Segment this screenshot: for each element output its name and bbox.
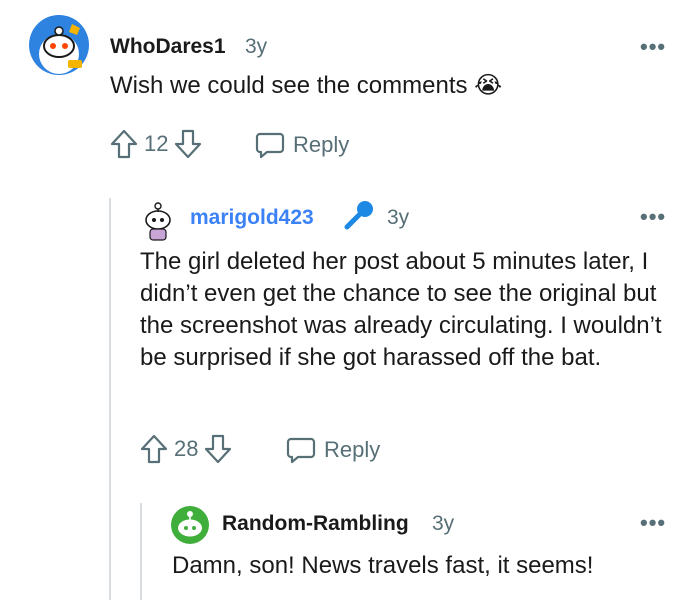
comment-age: 3y: [387, 206, 410, 229]
thread-line[interactable]: [140, 503, 142, 600]
avatar[interactable]: [28, 14, 90, 76]
comment-username[interactable]: Random-Rambling: [222, 512, 409, 536]
downvote-icon[interactable]: [204, 433, 232, 465]
reply-button[interactable]: Reply: [286, 436, 380, 464]
comment-username[interactable]: marigold423: [190, 206, 314, 230]
upvote-icon[interactable]: [140, 433, 168, 465]
comment-icon: [255, 131, 285, 159]
vote-score: 28: [174, 436, 199, 461]
comment-age: 3y: [245, 35, 268, 58]
comment-text: Wish we could see the comments 😭: [110, 72, 503, 99]
comment-body: Damn, son! News travels fast, it seems!: [172, 552, 594, 579]
avatar[interactable]: [170, 505, 210, 545]
microphone-icon: [342, 198, 376, 232]
thread-line[interactable]: [109, 198, 111, 600]
comment-icon: [286, 436, 316, 464]
reply-label: Reply: [324, 437, 381, 462]
downvote-icon[interactable]: [174, 128, 202, 160]
comment-age: 3y: [432, 512, 455, 535]
reply-label: Reply: [293, 132, 350, 157]
comment-body: Wish we could see the comments 😭: [110, 70, 670, 102]
vote-controls: 28: [140, 433, 232, 465]
comment-username[interactable]: WhoDares1: [110, 35, 226, 59]
more-options-button[interactable]: •••: [640, 204, 666, 230]
vote-score: 12: [144, 131, 169, 156]
reply-button[interactable]: Reply: [255, 131, 349, 159]
more-options-button[interactable]: •••: [640, 510, 666, 536]
comment-body: The girl deleted her post about 5 minute…: [140, 248, 662, 371]
upvote-icon[interactable]: [110, 128, 138, 160]
more-options-button[interactable]: •••: [640, 34, 666, 60]
vote-controls: 12: [110, 128, 202, 160]
avatar[interactable]: [138, 198, 178, 242]
